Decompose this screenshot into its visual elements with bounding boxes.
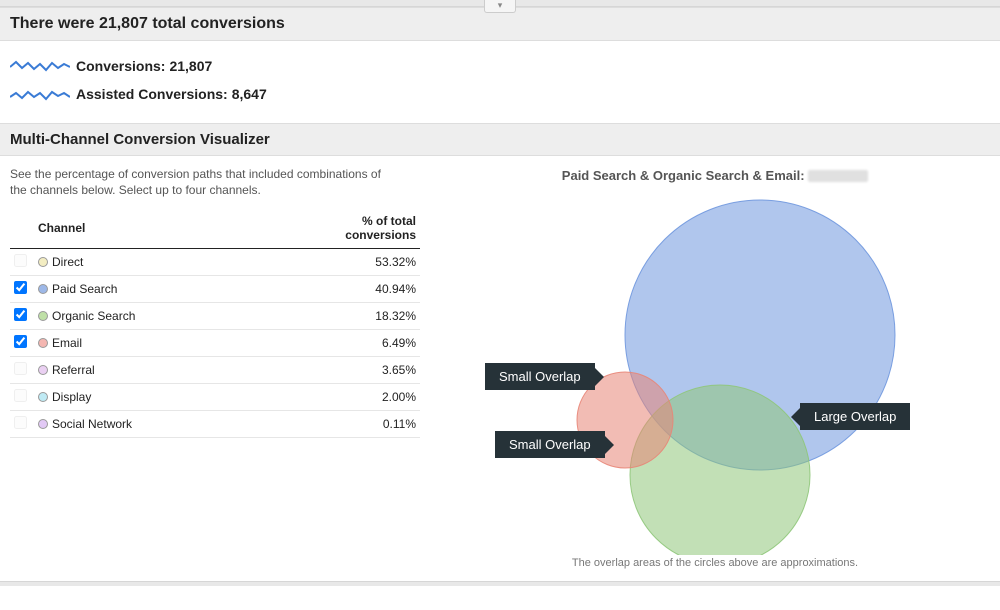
metric-assisted: Assisted Conversions: 8,647 [10, 83, 990, 105]
channel-pct: 53.32% [312, 249, 420, 276]
table-row: Email 6.49% [10, 330, 420, 357]
table-row: Social Network 0.11% [10, 411, 420, 438]
channel-name: Paid Search [52, 282, 117, 296]
sparkline-conversions-icon [10, 55, 70, 77]
sparkline-assisted-icon [10, 83, 70, 105]
channel-name: Social Network [52, 417, 132, 431]
callout-small-1: Small Overlap [485, 363, 595, 390]
table-row: Paid Search 40.94% [10, 276, 420, 303]
summary-pre: There were [10, 15, 99, 32]
venn-footnote: The overlap areas of the circles above a… [440, 557, 990, 569]
venn-title: Paid Search & Organic Search & Email: [440, 168, 990, 183]
summary-number: 21,807 [99, 15, 148, 32]
channel-checkbox[interactable] [14, 362, 27, 375]
bottom-bar [0, 581, 1000, 586]
table-row: Display 2.00% [10, 384, 420, 411]
channel-pct: 0.11% [312, 411, 420, 438]
color-swatch-icon [38, 284, 48, 294]
summary-post: total conversions [148, 15, 285, 32]
table-row: Referral 3.65% [10, 357, 420, 384]
channel-pct: 2.00% [312, 384, 420, 411]
venn-diagram: Small Overlap Small Overlap Large Overla… [465, 185, 965, 555]
conversions-label: Conversions: [76, 58, 165, 74]
collapse-bar: ▾ [0, 0, 1000, 7]
color-swatch-icon [38, 365, 48, 375]
channel-name: Display [52, 390, 91, 404]
color-swatch-icon [38, 311, 48, 321]
channel-checkbox[interactable] [14, 281, 27, 294]
channel-name: Direct [52, 255, 83, 269]
channel-checkbox[interactable] [14, 308, 27, 321]
color-swatch-icon [38, 392, 48, 402]
color-swatch-icon [38, 338, 48, 348]
assisted-value: 8,647 [232, 86, 267, 102]
assisted-label: Assisted Conversions: [76, 86, 228, 102]
channel-checkbox[interactable] [14, 335, 27, 348]
redacted-value [808, 170, 868, 182]
table-row: Direct 53.32% [10, 249, 420, 276]
callout-large: Large Overlap [800, 403, 910, 430]
callout-small-2: Small Overlap [495, 431, 605, 458]
section-description: See the percentage of conversion paths t… [10, 166, 390, 198]
channel-name: Email [52, 336, 82, 350]
color-swatch-icon [38, 419, 48, 429]
channel-pct: 3.65% [312, 357, 420, 384]
channel-pct: 40.94% [312, 276, 420, 303]
channel-name: Referral [52, 363, 95, 377]
col-pct: % of totalconversions [312, 208, 420, 249]
channel-pct: 18.32% [312, 303, 420, 330]
section-title: Multi-Channel Conversion Visualizer [0, 123, 1000, 156]
channel-name: Organic Search [52, 309, 135, 323]
channel-checkbox[interactable] [14, 416, 27, 429]
channel-pct: 6.49% [312, 330, 420, 357]
metric-conversions: Conversions: 21,807 [10, 55, 990, 77]
conversions-value: 21,807 [169, 58, 212, 74]
color-swatch-icon [38, 257, 48, 267]
table-row: Organic Search 18.32% [10, 303, 420, 330]
col-channel: Channel [34, 208, 312, 249]
channels-table: Channel % of totalconversions Direct 53.3… [10, 208, 420, 438]
channel-checkbox[interactable] [14, 389, 27, 402]
caret-down-icon[interactable]: ▾ [484, 0, 516, 13]
channel-checkbox[interactable] [14, 254, 27, 267]
